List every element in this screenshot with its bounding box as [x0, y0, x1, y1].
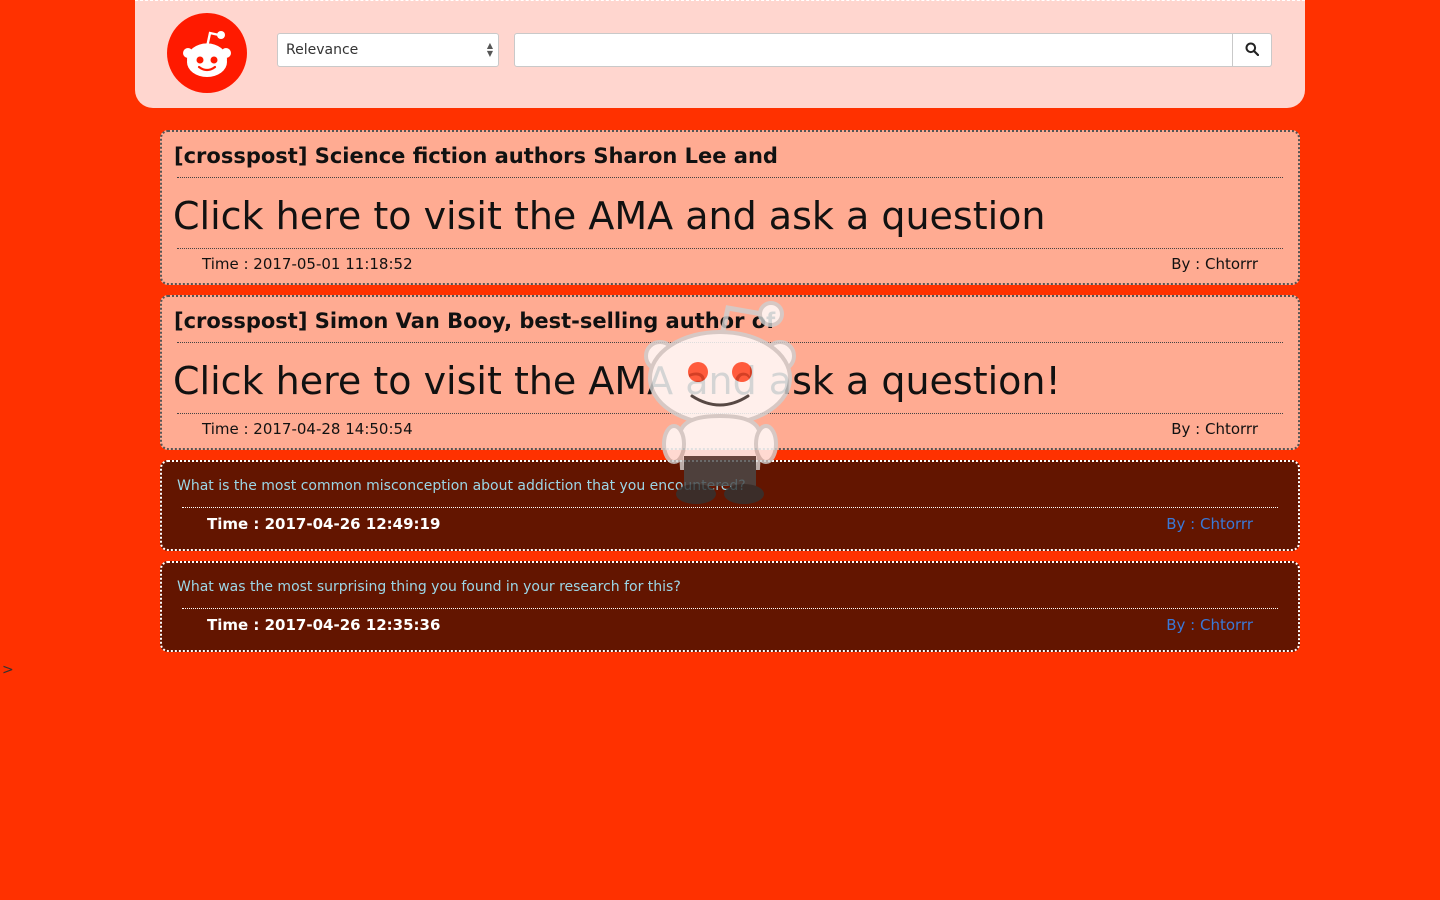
search-button[interactable]: [1232, 33, 1272, 67]
post-author: By : Chtorrr: [1171, 420, 1258, 438]
post-title: [crosspost] Science fiction authors Shar…: [174, 144, 778, 168]
comment-card: What was the most surprising thing you f…: [160, 561, 1300, 652]
sort-select[interactable]: Relevance ▲ ▼: [277, 33, 499, 67]
divider: [177, 413, 1283, 414]
divider: [177, 177, 1283, 178]
post-title: [crosspost] Simon Van Booy, best-selling…: [174, 309, 776, 333]
divider: [182, 608, 1278, 609]
comment-author[interactable]: By : Chtorrr: [1166, 515, 1253, 533]
post-time: Time : 2017-04-28 14:50:54: [202, 420, 413, 438]
divider: [177, 248, 1283, 249]
sort-select-value: Relevance: [286, 42, 359, 58]
stray-text: >: [2, 662, 14, 678]
comment-card: What is the most common misconception ab…: [160, 460, 1300, 551]
search-icon: [1245, 41, 1260, 60]
comment-time: Time : 2017-04-26 12:35:36: [207, 616, 441, 634]
divider: [182, 507, 1278, 508]
post-card: [crosspost] Simon Van Booy, best-selling…: [160, 295, 1300, 450]
comment-text: What is the most common misconception ab…: [177, 478, 746, 494]
divider: [177, 342, 1283, 343]
reddit-alien-icon[interactable]: [167, 13, 247, 93]
header-bar: Relevance ▲ ▼: [135, 0, 1305, 108]
comment-author[interactable]: By : Chtorrr: [1166, 616, 1253, 634]
comment-text: What was the most surprising thing you f…: [177, 579, 681, 595]
search-input[interactable]: [514, 33, 1233, 67]
post-time: Time : 2017-05-01 11:18:52: [202, 255, 413, 273]
comment-time: Time : 2017-04-26 12:49:19: [207, 515, 441, 533]
post-ama-link[interactable]: Click here to visit the AMA and ask a qu…: [173, 359, 1061, 403]
select-arrows-icon: ▲ ▼: [486, 41, 493, 58]
post-author: By : Chtorrr: [1171, 255, 1258, 273]
post-card: [crosspost] Science fiction authors Shar…: [160, 130, 1300, 285]
post-ama-link[interactable]: Click here to visit the AMA and ask a qu…: [173, 194, 1046, 238]
